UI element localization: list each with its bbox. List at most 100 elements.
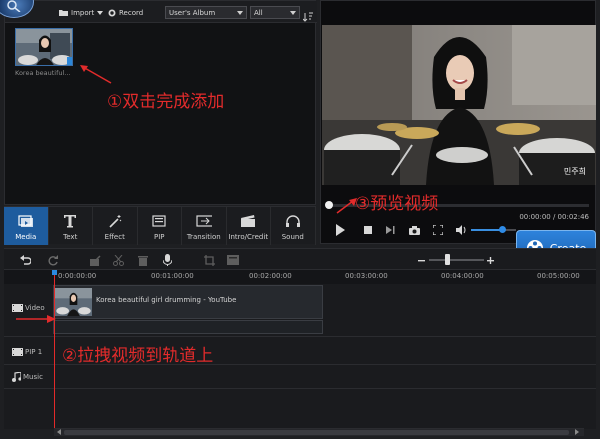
track-music-name: Music [23,373,43,381]
stop-button[interactable] [361,223,375,237]
tab-sound-label: Sound [281,233,304,241]
folder-icon [59,10,68,16]
ruler-tick-label: 00:05:00:00 [537,272,580,280]
track-divider [4,336,596,337]
play-icon [336,224,345,236]
tab-intro-credit[interactable]: Intro/Credit [227,207,271,245]
media-thumbnail[interactable] [15,28,73,66]
preview-panel: 민주희 00:00:00 / 00:02:46 ③预览视频 [320,0,596,244]
annotation-arrow [80,65,112,84]
tab-text[interactable]: Text [49,207,93,245]
track-pip-name: PIP 1 [25,348,43,356]
fullscreen-icon [433,225,443,235]
text-icon [62,213,78,229]
intro-credit-icon [240,213,256,229]
track-music-label: Music [4,372,54,382]
track-video-label: Video [4,304,54,312]
ruler-tick-label: 00:01:00:00 [151,272,194,280]
scroll-right-icon[interactable] [574,429,580,435]
zoom-slider-track[interactable] [429,259,484,261]
album-select[interactable]: User's Album [165,6,247,19]
timeline-scrollbar-thumb[interactable] [64,430,569,435]
track-pip-label: PIP 1 [4,348,54,356]
playhead-handle[interactable] [52,270,57,275]
media-thumbnail-label: Korea beautiful... [15,69,71,77]
scissors-icon [112,254,124,266]
timeline-toolbar [4,248,596,270]
voiceover-button[interactable] [160,253,174,267]
snapshot-button[interactable] [407,223,421,237]
ruler-tick-label: 00:03:00:00 [345,272,388,280]
cut-button[interactable] [111,253,125,267]
tab-pip-label: PIP [153,233,165,241]
tab-transition-label: Transition [186,233,221,241]
import-button[interactable]: Import [59,6,104,19]
scroll-left-icon[interactable] [56,429,62,435]
filter-select-value: All [254,8,263,17]
ruler-tick-label: 00:02:00:00 [249,272,292,280]
record-icon [108,9,116,16]
record-label: Record [119,8,144,17]
trash-icon [138,255,148,266]
timeline-ruler[interactable]: 0:00:00:00 00:01:00:00 00:02:00:00 00:03… [4,270,596,284]
tab-pip[interactable]: PIP [138,207,182,245]
album-select-value: User's Album [169,8,216,17]
track-divider [4,388,596,389]
library-toolbar: Import Record User's Album All [5,1,317,23]
play-button[interactable] [333,223,347,237]
category-tabs: Media Text Effect PIP Transition Intro/C… [4,206,316,245]
next-frame-button[interactable] [383,223,397,237]
clip-title: Korea beautiful girl drumming - YouTube [96,296,237,304]
tab-text-label: Text [63,233,78,241]
zoom-out-icon [417,259,425,261]
chevron-down-icon [290,11,296,15]
sort-icon[interactable] [302,7,313,26]
split-screen-button[interactable] [226,253,240,267]
record-button[interactable]: Record [108,6,143,19]
edit-icon [89,254,101,266]
undo-button[interactable] [18,253,32,267]
volume-slider-handle[interactable] [499,226,506,233]
transition-icon [196,213,212,229]
headphones-icon [285,213,301,229]
import-label: Import [71,8,95,17]
zoom-in-icon [486,256,494,264]
pip-icon [151,213,167,229]
tab-media[interactable]: Media [4,207,49,245]
microphone-icon [162,254,172,266]
zoom-out-button[interactable] [414,253,428,267]
tab-intro-credit-label: Intro/Credit [228,233,269,241]
zoom-in-button[interactable] [483,253,497,267]
redo-icon [47,254,58,266]
redo-button[interactable] [46,253,60,267]
tab-effect[interactable]: Effect [93,207,138,245]
zoom-slider-handle[interactable] [445,254,450,265]
video-preview: 민주희 [322,25,596,185]
volume-icon [455,225,465,235]
filter-select[interactable]: All [250,6,300,19]
ruler-tick-label: 0:00:00:00 [58,272,97,280]
effect-wand-icon [107,213,123,229]
clip-thumbnail [55,288,92,316]
camera-icon [408,225,420,235]
magnifier-icon [7,0,21,12]
media-icon [18,213,34,229]
crop-button[interactable] [202,253,216,267]
volume-button[interactable] [454,223,468,237]
edit-button[interactable] [88,253,102,267]
preview-timecode: 00:00:00 / 00:02:46 [519,213,589,221]
tab-transition[interactable]: Transition [182,207,227,245]
tab-sound[interactable]: Sound [271,207,316,245]
timeline-playhead[interactable] [54,272,55,430]
timeline-clip-audio-strip[interactable] [53,320,323,334]
music-note-icon [12,372,21,382]
annotation-step1: ①双击完成添加 [107,92,225,112]
split-screen-icon [227,255,239,265]
preview-seek-handle[interactable] [325,201,333,209]
annotation-step2: ②拉拽视频到轨道上 [62,346,214,366]
volume-slider-fill [471,229,501,231]
fullscreen-button[interactable] [431,223,445,237]
stop-icon [364,226,372,234]
delete-button[interactable] [136,253,150,267]
next-frame-icon [386,226,395,234]
